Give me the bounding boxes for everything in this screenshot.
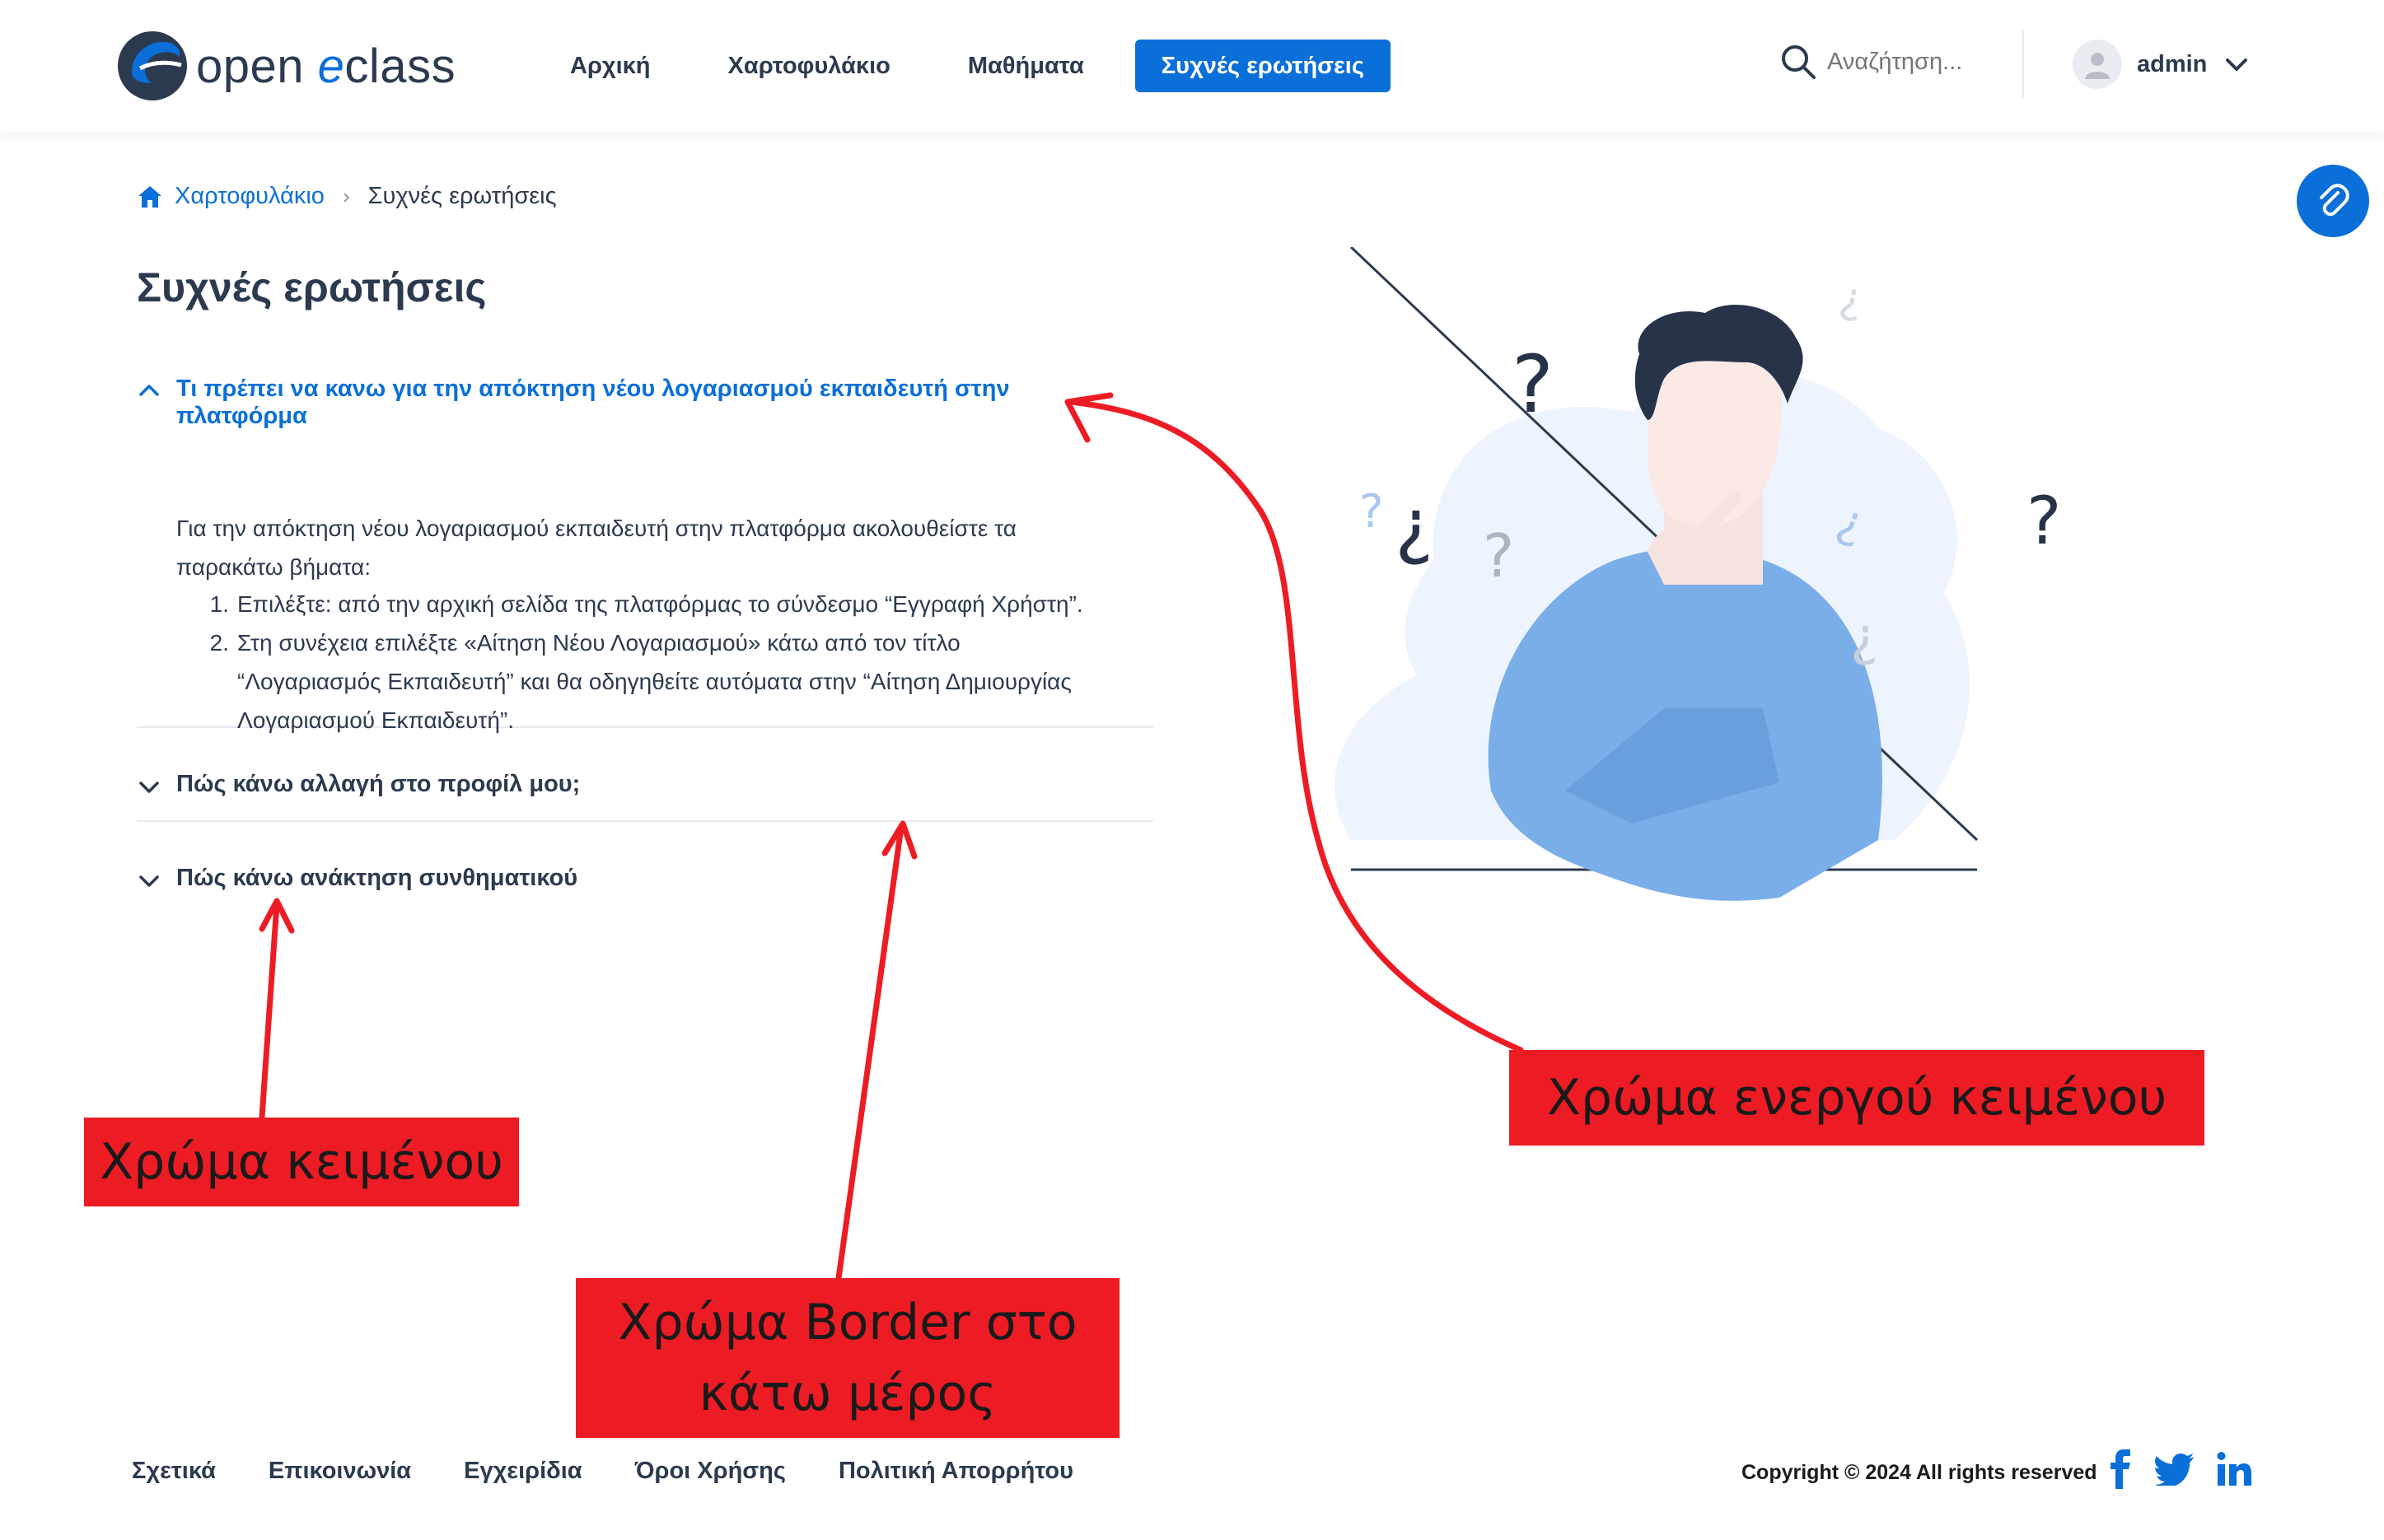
faq-steps-list: 1. Επιλέξτε: από την αρχική σελίδα της πλ… <box>204 585 1086 740</box>
twitter-icon[interactable] <box>2155 1453 2195 1486</box>
footer-link-about[interactable]: Σχετικά <box>132 1458 216 1485</box>
list-item: 2. Στη συνέχεια επιλέξτε «Αίτηση Νέου Λογ… <box>209 630 1072 733</box>
breadcrumb-home-label: Χαρτοφυλάκιο <box>175 183 325 209</box>
home-icon <box>138 185 161 208</box>
chevron-down-icon <box>139 875 159 887</box>
header-divider <box>2022 30 2024 99</box>
breadcrumb-home-link[interactable]: Χαρτοφυλάκιο <box>137 183 325 210</box>
annotation-active-text-color: Χρώμα ενεργού κειμένου <box>1509 1050 2204 1146</box>
svg-text:?: ? <box>1359 485 1384 539</box>
footer-link-contact[interactable]: Επικοινωνία <box>269 1458 411 1485</box>
chevron-up-icon <box>139 385 159 396</box>
svg-text:?: ? <box>1850 613 1878 674</box>
svg-text:?: ? <box>2026 483 2061 559</box>
linkedin-icon[interactable] <box>2216 1451 2252 1487</box>
faq-question-toggle[interactable]: Τι πρέπει να κανω για την απόκτηση νέου … <box>137 376 1153 430</box>
svg-text:?: ? <box>1512 338 1554 431</box>
main-nav: Αρχική Χαρτοφυλάκιο Μαθήματα Συχνές ερωτ… <box>544 40 1415 92</box>
list-item: 1. Επιλέξτε: από την αρχική σελίδα της πλ… <box>209 591 1083 617</box>
breadcrumb: Χαρτοφυλάκιο › Συχνές ερωτήσεις <box>137 183 557 210</box>
paperclip-icon <box>2320 184 2349 217</box>
user-menu[interactable]: admin <box>2073 40 2250 89</box>
breadcrumb-current: Συχνές ερωτήσεις <box>367 183 557 209</box>
top-navbar: open eclass Αρχική Χαρτοφυλάκιο Μαθήματα… <box>0 0 2384 132</box>
chevron-down-icon <box>2226 58 2248 71</box>
svg-text:?: ? <box>1395 493 1433 578</box>
annotation-text-color: Χρώμα κειμένου <box>84 1118 519 1206</box>
nav-faq[interactable]: Συχνές ερωτήσεις <box>1134 40 1391 92</box>
nav-portfolio[interactable]: Χαρτοφυλάκιο <box>702 40 917 92</box>
logo-mark-icon <box>118 31 187 100</box>
svg-text:?: ? <box>1835 277 1867 329</box>
facebook-icon[interactable] <box>2109 1449 2134 1489</box>
attachment-button[interactable] <box>2297 165 2369 237</box>
copyright-text: Copyright © 2024 All rights reserved <box>1741 1461 2097 1484</box>
footer-link-privacy[interactable]: Πολιτική Απορρήτου <box>839 1458 1073 1485</box>
faq-answer-intro: Για την απόκτηση νέου λογαριασμού εκπαιδ… <box>176 516 1017 580</box>
nav-courses[interactable]: Μαθήματα <box>942 40 1110 92</box>
faq-question: Τι πρέπει να κανω για την απόκτηση νέου … <box>176 376 1010 429</box>
chevron-down-icon <box>139 782 159 793</box>
user-icon <box>2085 53 2110 79</box>
svg-text:?: ? <box>1483 521 1514 590</box>
search-icon[interactable] <box>1779 43 1817 81</box>
footer-links: Σχετικά Επικοινωνία Εγχειρίδια Όροι Χρήσ… <box>132 1458 1126 1485</box>
faq-accordion: Τι πρέπει να κανω για την απόκτηση νέου … <box>137 376 1153 916</box>
footer-link-manuals[interactable]: Εγχειρίδια <box>464 1458 582 1485</box>
breadcrumb-separator-icon: › <box>342 184 350 208</box>
faq-item: Τι πρέπει να κανω για την απόκτηση νέου … <box>137 376 1153 733</box>
page-title: Συχνές ερωτήσεις <box>137 264 487 310</box>
social-links <box>2109 1449 2274 1489</box>
footer-link-terms[interactable]: Όροι Χρήσης <box>635 1458 786 1485</box>
search-box <box>1779 43 1994 81</box>
nav-home[interactable]: Αρχική <box>544 40 677 92</box>
faq-question-toggle[interactable]: Πώς κάνω αλλαγή στο προφίλ μου; <box>137 771 580 799</box>
user-name: admin <box>2137 50 2208 77</box>
thinking-person-illustration: ? ? ? ? ? ? ? ? <box>1334 247 2061 901</box>
faq-question: Πώς κάνω ανάκτηση συνθηματικού <box>176 865 578 891</box>
faq-question: Πώς κάνω αλλαγή στο προφίλ μου; <box>176 771 581 797</box>
annotation-border-color: Χρώμα Border στο κάτω μέρος <box>576 1278 1120 1438</box>
faq-question-toggle[interactable]: Πώς κάνω ανάκτηση συνθηματικού <box>137 865 577 893</box>
logo-text: open eclass <box>196 39 456 93</box>
faq-item: Πώς κάνω ανάκτηση συνθηματικού <box>137 822 1153 916</box>
avatar <box>2073 40 2122 89</box>
faq-item: Πώς κάνω αλλαγή στο προφίλ μου; <box>137 728 1153 822</box>
search-input[interactable] <box>1825 47 1994 77</box>
open-eclass-logo[interactable]: open eclass <box>115 26 456 105</box>
